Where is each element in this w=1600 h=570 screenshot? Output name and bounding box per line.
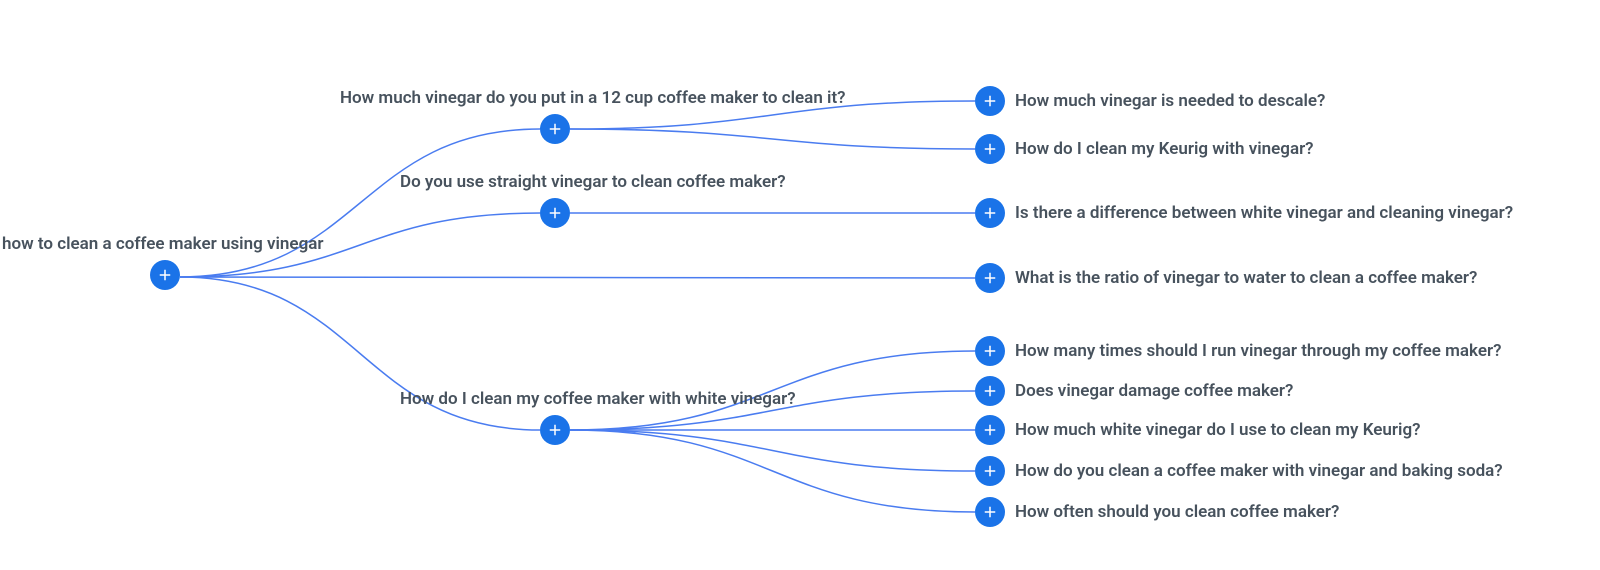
expand-button[interactable] xyxy=(975,263,1005,293)
node-root: how to clean a coffee maker using vinega… xyxy=(150,234,324,290)
expand-button[interactable] xyxy=(975,415,1005,445)
mindmap-stage: { "colors": { "edge": "#4a7cf0", "nodeBu… xyxy=(0,0,1600,570)
plus-icon xyxy=(981,382,999,400)
node-label: How much vinegar do you put in a 12 cup … xyxy=(340,88,846,108)
plus-icon xyxy=(981,92,999,110)
node-label: Does vinegar damage coffee maker? xyxy=(1015,381,1293,401)
plus-icon xyxy=(981,421,999,439)
expand-button[interactable] xyxy=(540,198,570,228)
plus-icon xyxy=(981,140,999,158)
node-leaf-5: How many times should I run vinegar thro… xyxy=(975,336,1501,366)
node-label: How much vinegar is needed to descale? xyxy=(1015,91,1325,111)
node-label: How often should you clean coffee maker? xyxy=(1015,502,1339,522)
plus-icon xyxy=(981,462,999,480)
plus-icon xyxy=(546,120,564,138)
node-label: Is there a difference between white vine… xyxy=(1015,203,1513,223)
node-label: How do I clean my Keurig with vinegar? xyxy=(1015,139,1314,159)
expand-button[interactable] xyxy=(975,336,1005,366)
node-leaf-1: How much vinegar is needed to descale? xyxy=(975,86,1325,116)
node-label: How many times should I run vinegar thro… xyxy=(1015,341,1501,361)
node-label: Do you use straight vinegar to clean cof… xyxy=(400,172,786,192)
node-label: What is the ratio of vinegar to water to… xyxy=(1015,268,1477,288)
node-leaf-3: Is there a difference between white vine… xyxy=(975,198,1513,228)
plus-icon xyxy=(981,204,999,222)
node-label: How do you clean a coffee maker with vin… xyxy=(1015,461,1503,481)
expand-button[interactable] xyxy=(975,86,1005,116)
expand-button[interactable] xyxy=(975,497,1005,527)
node-leaf-6: Does vinegar damage coffee maker? xyxy=(975,376,1293,406)
expand-button[interactable] xyxy=(540,114,570,144)
plus-icon xyxy=(546,421,564,439)
node-leaf-8: How do you clean a coffee maker with vin… xyxy=(975,456,1503,486)
node-label: How much white vinegar do I use to clean… xyxy=(1015,420,1420,440)
plus-icon xyxy=(981,342,999,360)
expand-button[interactable] xyxy=(150,260,180,290)
node-leaf-7: How much white vinegar do I use to clean… xyxy=(975,415,1420,445)
expand-button[interactable] xyxy=(975,376,1005,406)
node-label: How do I clean my coffee maker with whit… xyxy=(400,389,796,409)
plus-icon xyxy=(981,269,999,287)
node-mid-3: How do I clean my coffee maker with whit… xyxy=(540,415,570,445)
expand-button[interactable] xyxy=(975,134,1005,164)
node-leaf-9: How often should you clean coffee maker? xyxy=(975,497,1339,527)
expand-button[interactable] xyxy=(975,456,1005,486)
node-mid-1: How much vinegar do you put in a 12 cup … xyxy=(540,114,570,144)
node-leaf-2: How do I clean my Keurig with vinegar? xyxy=(975,134,1314,164)
node-leaf-4: What is the ratio of vinegar to water to… xyxy=(975,263,1477,293)
plus-icon xyxy=(981,503,999,521)
expand-button[interactable] xyxy=(540,415,570,445)
plus-icon xyxy=(546,204,564,222)
node-label: how to clean a coffee maker using vinega… xyxy=(0,234,324,254)
node-mid-2: Do you use straight vinegar to clean cof… xyxy=(540,198,570,228)
plus-icon xyxy=(156,266,174,284)
expand-button[interactable] xyxy=(975,198,1005,228)
